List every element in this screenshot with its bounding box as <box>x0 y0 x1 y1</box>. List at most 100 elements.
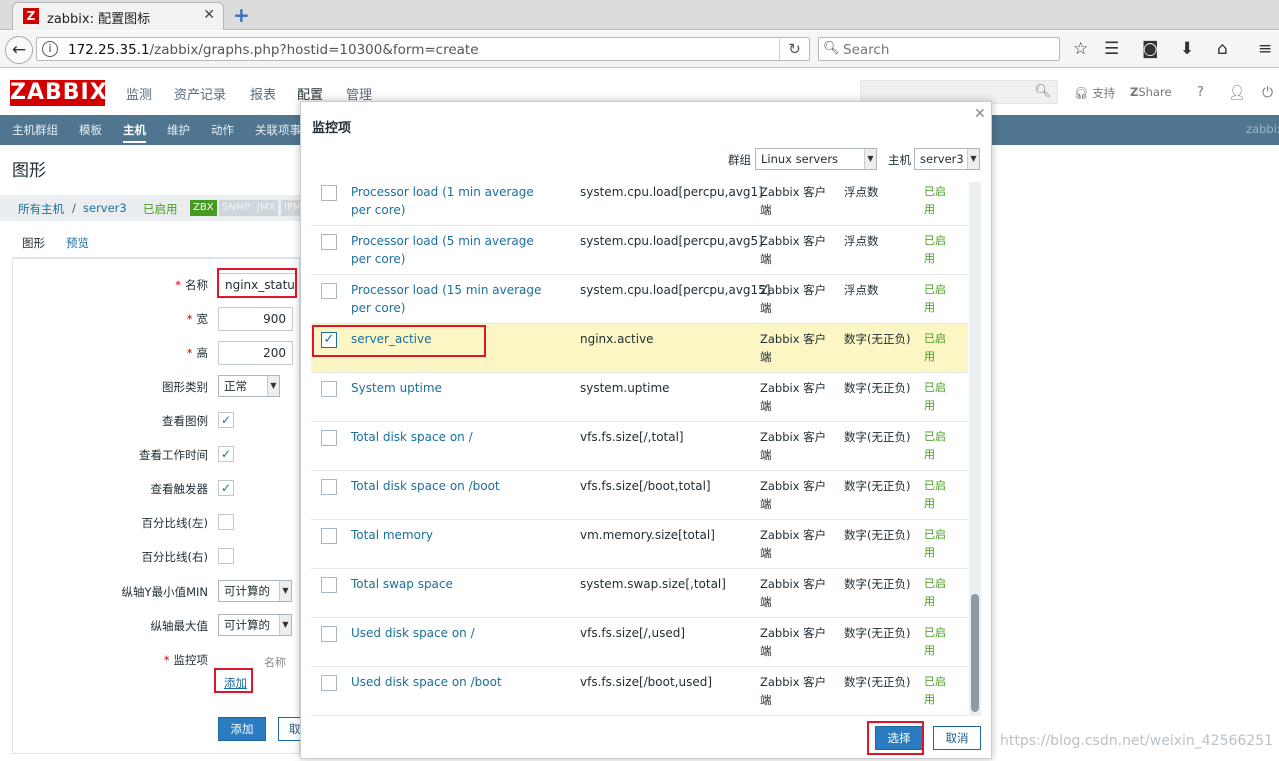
table-row[interactable]: Used disk space on /boot vfs.fs.size[/boo… <box>311 667 968 716</box>
cancel-button[interactable]: 取 <box>278 717 301 741</box>
percentile-right-checkbox[interactable] <box>218 548 234 564</box>
width-input[interactable]: 900 <box>218 307 293 331</box>
add-button[interactable]: 添加 <box>218 717 266 741</box>
table-row[interactable]: System uptime system.uptime Zabbix 客户端 数字(无… <box>311 373 968 422</box>
user-profile-icon[interactable]: 👤︎ <box>1228 85 1246 101</box>
item-status: 已启用 <box>924 283 946 314</box>
menu-monitoring[interactable]: 监测 <box>126 84 152 103</box>
table-row[interactable]: Total swap space system.swap.size[,total]… <box>311 569 968 618</box>
subnav-maintenance[interactable]: 维护 <box>167 122 190 138</box>
height-input[interactable]: 200 <box>218 341 293 365</box>
show-triggers-checkbox[interactable]: ✓ <box>218 480 234 496</box>
item-name-link[interactable]: Total disk space on /boot <box>351 477 556 495</box>
browser-search-input[interactable]: 🔍︎ Search <box>818 37 1060 61</box>
zabbix-logo[interactable]: ZABBIX <box>10 80 107 106</box>
close-tab-icon[interactable]: ✕ <box>203 7 215 23</box>
help-link[interactable]: ? <box>1197 85 1204 100</box>
row-checkbox[interactable] <box>321 430 337 446</box>
item-key: system.cpu.load[percpu,avg1] <box>580 185 763 199</box>
item-name-link[interactable]: Processor load (1 min average per core) <box>351 183 556 219</box>
table-row[interactable]: Total disk space on /boot vfs.fs.size[/bo… <box>311 471 968 520</box>
item-name-link[interactable]: Total disk space on / <box>351 428 556 446</box>
row-checkbox[interactable] <box>321 381 337 397</box>
add-item-link[interactable]: 添加 <box>224 675 247 691</box>
info-icon[interactable]: i <box>42 41 58 57</box>
table-row[interactable]: ✓ server_active nginx.active Zabbix 客户端 数字(无… <box>311 324 968 373</box>
item-type: Zabbix 客户端 <box>760 381 827 413</box>
row-checkbox[interactable] <box>321 626 337 642</box>
browser-tab[interactable]: Z zabbix: 配置图标 ✕ <box>12 2 224 30</box>
ymin-label: 纵轴Y最小值MIN <box>121 585 208 599</box>
group-select[interactable]: Linux servers ▼ <box>755 148 877 170</box>
graph-type-select[interactable]: 正常 ▼ <box>218 375 280 397</box>
table-row[interactable]: Total memory vm.memory.size[total] Zabbix … <box>311 520 968 569</box>
new-tab-icon[interactable]: + <box>233 3 250 27</box>
select-button[interactable]: 选择 <box>875 726 923 750</box>
download-icon[interactable]: ⬇ <box>1180 39 1194 59</box>
subnav-correlation[interactable]: 关联项事 <box>255 122 301 138</box>
ymax-select[interactable]: 可计算的 ▼ <box>218 614 292 636</box>
subnav-host-groups[interactable]: 主机群组 <box>12 122 58 138</box>
row-checkbox[interactable] <box>321 675 337 691</box>
item-key: vfs.fs.size[/,total] <box>580 430 684 444</box>
percentile-left-checkbox[interactable] <box>218 514 234 530</box>
subnav-templates[interactable]: 模板 <box>79 122 102 138</box>
row-checkbox[interactable] <box>321 577 337 593</box>
share-link[interactable]: ZShare <box>1130 85 1172 99</box>
item-name-link[interactable]: Processor load (15 min average per core) <box>351 281 556 317</box>
pocket-icon[interactable]: ◙ <box>1142 39 1159 59</box>
item-name-link[interactable]: System uptime <box>351 379 556 397</box>
table-row[interactable]: Processor load (15 min average per core)… <box>311 275 968 324</box>
subnav-actions[interactable]: 动作 <box>211 122 234 138</box>
row-checkbox[interactable] <box>321 234 337 250</box>
breadcrumb-all-hosts[interactable]: 所有主机 <box>18 201 64 217</box>
item-value-type: 数字(无正负) <box>844 577 911 591</box>
item-type: Zabbix 客户端 <box>760 332 827 364</box>
item-value-type: 数字(无正负) <box>844 675 911 689</box>
table-row[interactable]: Total disk space on / vfs.fs.size[/,total… <box>311 422 968 471</box>
breadcrumb-host[interactable]: server3 <box>83 201 127 215</box>
reading-list-icon[interactable]: ☰ <box>1104 39 1119 59</box>
menu-inventory[interactable]: 资产记录 <box>174 84 226 103</box>
item-name-link[interactable]: Used disk space on / <box>351 624 556 642</box>
item-value-type: 数字(无正负) <box>844 430 911 444</box>
height-label: * 高 <box>186 346 208 360</box>
show-legend-checkbox[interactable]: ✓ <box>218 412 234 428</box>
menu-icon[interactable]: ≡ <box>1258 39 1272 59</box>
close-icon[interactable]: ✕ <box>974 106 986 122</box>
item-name-link[interactable]: Total memory <box>351 526 556 544</box>
url-bar[interactable]: i 172.25.35.1/zabbix/graphs.php?hostid=1… <box>36 37 810 61</box>
row-checkbox[interactable] <box>321 283 337 299</box>
row-checkbox[interactable]: ✓ <box>321 332 337 348</box>
bookmark-star-icon[interactable]: ☆ <box>1073 39 1088 59</box>
home-icon[interactable]: ⌂ <box>1217 39 1228 59</box>
row-checkbox[interactable] <box>321 185 337 201</box>
reload-icon[interactable]: ↻ <box>779 38 809 60</box>
item-name-link[interactable]: Processor load (5 min average per core) <box>351 232 556 268</box>
sign-out-icon[interactable]: ⏻ <box>1262 85 1273 101</box>
name-input[interactable]: nginx_status <box>218 273 296 297</box>
host-select[interactable]: server3 ▼ <box>914 148 980 170</box>
row-checkbox[interactable] <box>321 479 337 495</box>
table-row[interactable]: Processor load (5 min average per core) s… <box>311 226 968 275</box>
subnav-hosts[interactable]: 主机 <box>123 122 146 143</box>
ymin-select[interactable]: 可计算的 ▼ <box>218 580 292 602</box>
menu-reports[interactable]: 报表 <box>250 84 276 103</box>
support-link[interactable]: 🎧︎ 支持 <box>1074 85 1115 101</box>
item-type: Zabbix 客户端 <box>760 626 827 658</box>
search-icon: 🔍︎ <box>1034 84 1051 99</box>
item-name-link[interactable]: Used disk space on /boot <box>351 673 556 691</box>
page-title: 图形 <box>12 161 46 181</box>
tab-preview[interactable]: 预览 <box>66 235 89 251</box>
chevron-down-icon: ▼ <box>279 615 291 635</box>
show-worktime-checkbox[interactable]: ✓ <box>218 446 234 462</box>
back-arrow-icon[interactable]: ← <box>5 36 33 64</box>
modal-cancel-button[interactable]: 取消 <box>933 726 981 750</box>
item-status: 已启用 <box>924 381 946 412</box>
item-name-link[interactable]: server_active <box>351 330 556 348</box>
scrollbar-thumb[interactable] <box>971 594 979 712</box>
row-checkbox[interactable] <box>321 528 337 544</box>
item-name-link[interactable]: Total swap space <box>351 575 556 593</box>
table-row[interactable]: Used disk space on / vfs.fs.size[/,used] Z… <box>311 618 968 667</box>
table-row[interactable]: Processor load (1 min average per core) s… <box>311 177 968 226</box>
